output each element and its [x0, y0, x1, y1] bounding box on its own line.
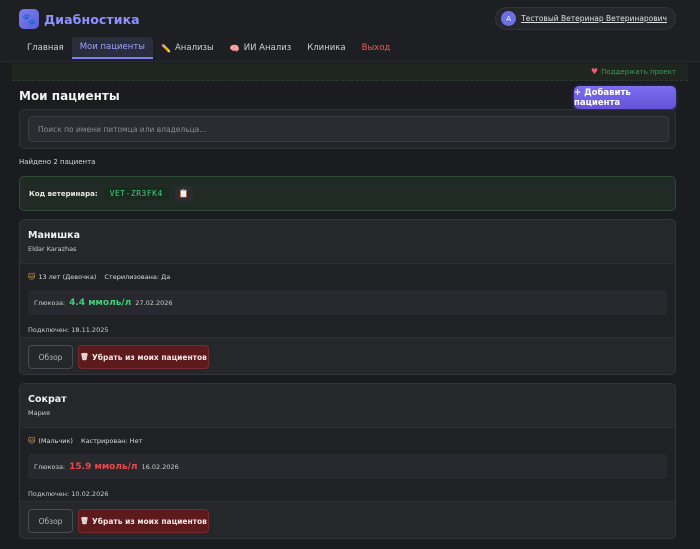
- search-card: [19, 109, 676, 149]
- nav-my-patients[interactable]: Мои пациенты: [71, 37, 154, 59]
- patient-card-header: Манишка Eldar Karazhas: [20, 220, 675, 263]
- vet-code-card: Код ветеринара: VET-ZR3FK4 📋: [19, 176, 676, 211]
- nav-ai-analysis-label: ИИ Анализ: [243, 43, 292, 53]
- glucose-label: Глюкоза:: [34, 298, 66, 307]
- cat-icon: 🐱: [28, 437, 36, 445]
- support-label: Поддержать проект: [601, 67, 676, 76]
- pet-name: Сократ: [28, 394, 67, 405]
- pet-meta: 🐱 13 лет (Девочка) Стерилизована: Да: [28, 273, 667, 281]
- nav-my-patients-label: Мои пациенты: [79, 42, 146, 52]
- overview-button[interactable]: Обзор: [28, 509, 73, 533]
- avatar: А: [501, 11, 517, 26]
- glucose-date: 16.02.2026: [141, 462, 179, 471]
- patient-card-body: 🐱 (Мальчик) Кастрирован: Нет Глюкоза: 15…: [20, 427, 675, 501]
- pet-sterilized: Кастрирован: Нет: [80, 437, 143, 445]
- nav-logout[interactable]: Выход: [354, 37, 399, 59]
- remove-patient-button[interactable]: 🗑 Убрать из моих пациентов: [78, 509, 209, 533]
- connected-date: Подключен: 10.02.2026: [28, 490, 109, 498]
- remove-patient-label: Убрать из моих пациентов: [91, 516, 207, 526]
- nav-ai-analysis[interactable]: 🧠 ИИ Анализ: [222, 37, 299, 59]
- nav-analyses[interactable]: ✏️ Анализы: [153, 37, 222, 59]
- patient-card-header: Сократ Мария: [20, 384, 675, 427]
- search-input[interactable]: [28, 116, 669, 142]
- brand[interactable]: 🐾 Диабностика: [19, 9, 140, 29]
- main-nav: Главная Мои пациенты ✏️ Анализы 🧠 ИИ Ана…: [19, 37, 398, 59]
- glucose-date: 27.02.2026: [135, 298, 173, 307]
- remove-patient-label: Убрать из моих пациентов: [91, 352, 207, 362]
- paw-icon: 🐾: [19, 9, 39, 29]
- nav-home-label: Главная: [27, 43, 64, 53]
- remove-patient-button[interactable]: 🗑 Убрать из моих пациентов: [78, 345, 209, 369]
- overview-button[interactable]: Обзор: [28, 345, 73, 369]
- vet-code-value: VET-ZR3FK4: [103, 187, 169, 200]
- pencil-icon: ✏️: [161, 43, 171, 53]
- support-project-link[interactable]: ♥ Поддержать проект: [591, 67, 676, 76]
- nav-clinic[interactable]: Клиника: [299, 37, 353, 59]
- glucose-value: 4.4 ммоль/л: [69, 297, 132, 308]
- top-header: 🐾 Диабностика А Тестовый Ветеринар Ветер…: [0, 0, 700, 62]
- vet-code-label: Код ветеринара:: [29, 189, 98, 198]
- connected-date: Подключен: 18.11.2025: [28, 326, 109, 334]
- nav-home[interactable]: Главная: [19, 37, 72, 59]
- nav-logout-label: Выход: [361, 43, 391, 53]
- pet-age: (Мальчик): [38, 437, 73, 445]
- glucose-label: Глюкоза:: [34, 462, 66, 471]
- glucose-box: Глюкоза: 4.4 ммоль/л 27.02.2026: [28, 290, 667, 315]
- heart-icon: ♥: [590, 67, 599, 76]
- pet-meta: 🐱 (Мальчик) Кастрирован: Нет: [28, 437, 667, 445]
- brain-icon: 🧠: [229, 43, 240, 53]
- user-menu[interactable]: А Тестовый Ветеринар Ветеринарович: [495, 7, 676, 30]
- owner-name: Мария: [28, 409, 50, 417]
- trash-icon: 🗑: [80, 517, 89, 525]
- patient-card-actions: Обзор 🗑 Убрать из моих пациентов: [20, 337, 675, 374]
- page-title: Мои пациенты: [19, 89, 120, 103]
- patient-card: Сократ Мария 🐱 (Мальчик) Кастрирован: Не…: [19, 383, 676, 539]
- owner-name: Eldar Karazhas: [28, 245, 77, 253]
- glucose-box: Глюкоза: 15.9 ммоль/л 16.02.2026: [28, 454, 667, 479]
- nav-analyses-label: Анализы: [174, 43, 214, 53]
- pet-age: 13 лет (Девочка): [38, 273, 97, 281]
- patient-card: Манишка Eldar Karazhas 🐱 13 лет (Девочка…: [19, 219, 676, 375]
- cat-icon: 🐱: [28, 273, 36, 281]
- pet-name: Манишка: [28, 230, 81, 241]
- user-name-link[interactable]: Тестовый Ветеринар Ветеринарович: [521, 14, 667, 23]
- results-count: Найдено 2 пациента: [19, 158, 96, 166]
- nav-clinic-label: Клиника: [307, 43, 346, 53]
- brand-name: Диабностика: [44, 11, 140, 27]
- trash-icon: 🗑: [80, 353, 89, 361]
- patient-card-actions: Обзор 🗑 Убрать из моих пациентов: [20, 501, 675, 538]
- support-banner: ♥ Поддержать проект: [12, 63, 688, 81]
- glucose-value: 15.9 ммоль/л: [69, 461, 138, 472]
- add-patient-button[interactable]: + Добавить пациента: [574, 86, 676, 109]
- clipboard-icon: 📋: [178, 189, 189, 198]
- pet-sterilized: Стерилизована: Да: [104, 273, 171, 281]
- copy-code-button[interactable]: 📋: [174, 186, 193, 201]
- patient-card-body: 🐱 13 лет (Девочка) Стерилизована: Да Глю…: [20, 263, 675, 337]
